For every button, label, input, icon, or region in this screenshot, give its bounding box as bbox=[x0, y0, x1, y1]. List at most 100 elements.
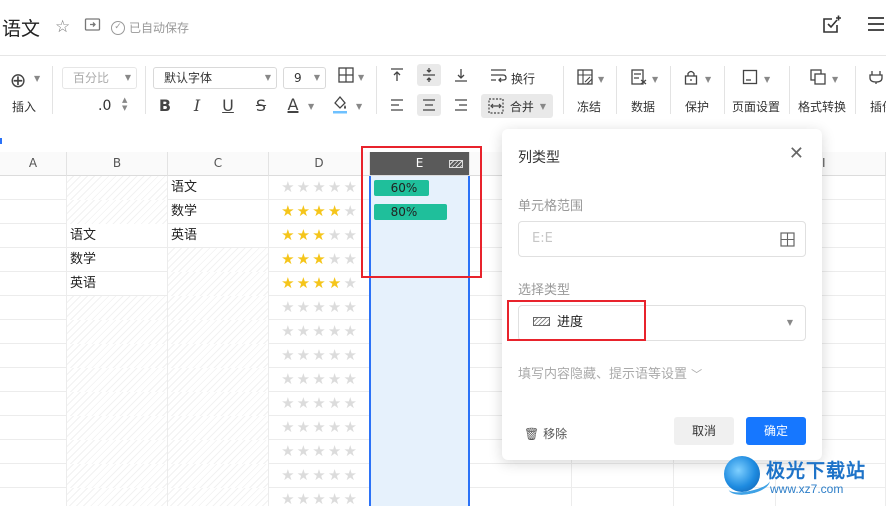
grid-cell[interactable] bbox=[0, 320, 67, 344]
grid-cell[interactable] bbox=[168, 440, 269, 464]
star-filled-icon[interactable]: ★ bbox=[296, 250, 312, 269]
grid-cell[interactable]: 语文 bbox=[67, 224, 168, 248]
star-empty-icon[interactable]: ★ bbox=[296, 370, 312, 389]
grid-cell[interactable] bbox=[0, 176, 67, 200]
chevron-down-icon[interactable]: ▼ bbox=[356, 102, 362, 111]
grid-cell[interactable]: 语文 bbox=[168, 176, 269, 200]
star-empty-icon[interactable]: ★ bbox=[327, 370, 343, 389]
star-empty-icon[interactable]: ★ bbox=[296, 178, 312, 197]
more-settings-toggle[interactable]: 填写内容隐藏、提示语等设置 ﹀ bbox=[518, 363, 702, 382]
star-empty-icon[interactable]: ★ bbox=[342, 346, 358, 365]
align-center-icon[interactable] bbox=[417, 94, 441, 116]
decimal-format[interactable]: .0 bbox=[98, 98, 111, 114]
rating-stars[interactable]: ★ ★ ★ ★ ★ bbox=[280, 226, 358, 245]
insert-plus-icon[interactable]: ⊕ bbox=[6, 68, 30, 92]
star-filled-icon[interactable]: ★ bbox=[280, 202, 296, 221]
merge-button[interactable]: 合并 ▼ bbox=[481, 94, 553, 118]
share-edit-icon[interactable] bbox=[821, 14, 843, 41]
grid-cell[interactable] bbox=[168, 344, 269, 368]
chevron-down-icon[interactable]: ▼ bbox=[598, 75, 604, 84]
star-icon[interactable]: ☆ bbox=[55, 16, 70, 38]
wrap-text-icon[interactable] bbox=[487, 67, 511, 87]
grid-cell[interactable] bbox=[168, 416, 269, 440]
grid-cell[interactable] bbox=[168, 296, 269, 320]
grid-cell[interactable] bbox=[168, 272, 269, 296]
align-middle-icon[interactable] bbox=[417, 64, 441, 86]
star-filled-icon[interactable]: ★ bbox=[327, 202, 343, 221]
star-empty-icon[interactable]: ★ bbox=[296, 298, 312, 317]
star-empty-icon[interactable]: ★ bbox=[311, 418, 327, 437]
grid-cell[interactable] bbox=[168, 488, 269, 506]
star-empty-icon[interactable]: ★ bbox=[311, 490, 327, 506]
insert-label[interactable]: 插入 bbox=[12, 98, 36, 115]
font-size-select[interactable]: 9 ▼ bbox=[283, 67, 326, 89]
star-filled-icon[interactable]: ★ bbox=[280, 250, 296, 269]
rating-stars[interactable]: ★ ★ ★ ★ ★ bbox=[280, 466, 358, 485]
grid-cell[interactable] bbox=[0, 488, 67, 506]
star-empty-icon[interactable]: ★ bbox=[296, 466, 312, 485]
grid-cell[interactable] bbox=[572, 488, 674, 506]
star-empty-icon[interactable]: ★ bbox=[342, 394, 358, 413]
wrap-label[interactable]: 换行 bbox=[511, 70, 535, 87]
grid-cell[interactable] bbox=[67, 368, 168, 392]
grid-cell[interactable] bbox=[67, 200, 168, 224]
column-header-a[interactable]: A bbox=[0, 152, 67, 176]
grid-cell[interactable] bbox=[572, 464, 674, 488]
star-empty-icon[interactable]: ★ bbox=[342, 322, 358, 341]
format-convert-label[interactable]: 格式转换 bbox=[798, 98, 846, 115]
rating-stars[interactable]: ★ ★ ★ ★ ★ bbox=[280, 418, 358, 437]
grid-cell[interactable]: 英语 bbox=[67, 272, 168, 296]
star-empty-icon[interactable]: ★ bbox=[327, 226, 343, 245]
star-empty-icon[interactable]: ★ bbox=[311, 322, 327, 341]
star-empty-icon[interactable]: ★ bbox=[280, 490, 296, 506]
strikethrough-icon[interactable]: S bbox=[249, 96, 273, 115]
star-empty-icon[interactable]: ★ bbox=[280, 394, 296, 413]
select-range-icon[interactable] bbox=[780, 222, 795, 256]
star-empty-icon[interactable]: ★ bbox=[280, 418, 296, 437]
star-empty-icon[interactable]: ★ bbox=[280, 466, 296, 485]
star-empty-icon[interactable]: ★ bbox=[311, 178, 327, 197]
grid-cell[interactable] bbox=[168, 464, 269, 488]
star-filled-icon[interactable]: ★ bbox=[311, 202, 327, 221]
grid-cell[interactable] bbox=[168, 392, 269, 416]
border-icon[interactable] bbox=[334, 67, 358, 87]
star-empty-icon[interactable]: ★ bbox=[327, 250, 343, 269]
ok-button[interactable]: 确定 bbox=[746, 417, 806, 445]
rating-stars[interactable]: ★ ★ ★ ★ ★ bbox=[280, 298, 358, 317]
grid-cell[interactable] bbox=[0, 392, 67, 416]
star-empty-icon[interactable]: ★ bbox=[280, 178, 296, 197]
freeze-icon[interactable] bbox=[573, 69, 597, 89]
bold-icon[interactable]: B bbox=[153, 96, 177, 115]
rating-stars[interactable]: ★ ★ ★ ★ ★ bbox=[280, 346, 358, 365]
lock-icon[interactable] bbox=[679, 69, 703, 89]
menu-icon[interactable] bbox=[866, 14, 886, 39]
star-empty-icon[interactable]: ★ bbox=[296, 394, 312, 413]
protect-label[interactable]: 保护 bbox=[685, 98, 709, 115]
star-empty-icon[interactable]: ★ bbox=[327, 322, 343, 341]
remove-button[interactable]: 🗑 移除 bbox=[524, 425, 567, 442]
chevron-down-icon[interactable]: ▼ bbox=[308, 102, 314, 111]
grid-cell[interactable] bbox=[0, 296, 67, 320]
grid-cell[interactable] bbox=[0, 344, 67, 368]
star-empty-icon[interactable]: ★ bbox=[280, 346, 296, 365]
star-empty-icon[interactable]: ★ bbox=[280, 322, 296, 341]
star-empty-icon[interactable]: ★ bbox=[327, 442, 343, 461]
grid-cell[interactable] bbox=[0, 248, 67, 272]
star-filled-icon[interactable]: ★ bbox=[280, 226, 296, 245]
rating-stars[interactable]: ★ ★ ★ ★ ★ bbox=[280, 394, 358, 413]
chevron-down-icon[interactable]: ▼ bbox=[705, 75, 711, 84]
chevron-down-icon[interactable]: ▼ bbox=[764, 75, 770, 84]
rating-stars[interactable]: ★ ★ ★ ★ ★ bbox=[280, 370, 358, 389]
star-filled-icon[interactable]: ★ bbox=[280, 274, 296, 293]
grid-cell[interactable] bbox=[0, 464, 67, 488]
format-convert-icon[interactable] bbox=[806, 69, 830, 89]
grid-cell[interactable] bbox=[67, 296, 168, 320]
page-setup-label[interactable]: 页面设置 bbox=[732, 98, 780, 115]
star-filled-icon[interactable]: ★ bbox=[327, 274, 343, 293]
font-family-select[interactable]: 默认字体 ▼ bbox=[153, 67, 277, 89]
plugin-icon[interactable] bbox=[864, 69, 886, 89]
chevron-down-icon[interactable]: ▼ bbox=[34, 74, 40, 83]
grid-cell[interactable] bbox=[67, 392, 168, 416]
chevron-down-icon[interactable]: ▼ bbox=[832, 75, 838, 84]
column-header-b[interactable]: B bbox=[67, 152, 168, 176]
